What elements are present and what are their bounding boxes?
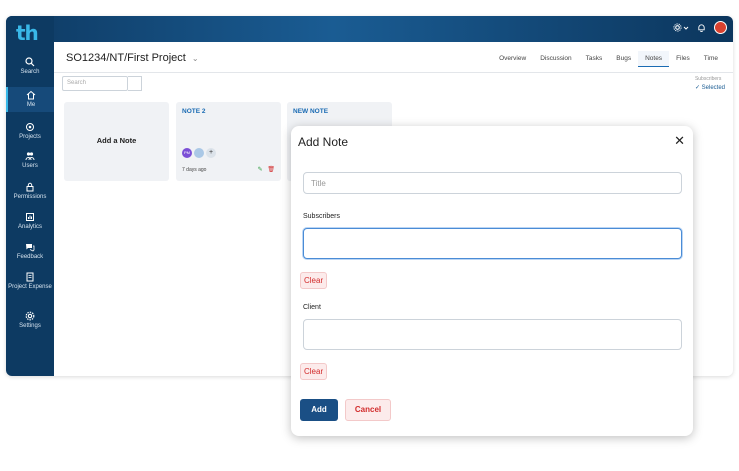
user-avatar[interactable]	[714, 21, 727, 34]
lock-icon	[26, 182, 34, 192]
gear-icon	[673, 23, 682, 32]
sidebar-item-label: Search	[20, 69, 40, 75]
subscribers-field[interactable]	[303, 228, 682, 259]
tab-files[interactable]: Files	[669, 51, 697, 67]
chevron-down-icon: ⌄	[191, 54, 199, 63]
note-timestamp: 7 days ago	[182, 167, 207, 173]
check-circle-icon: ✓	[694, 85, 700, 91]
brand-logo: th	[16, 21, 39, 45]
gear-icon	[25, 311, 35, 321]
sidebar-item-permissions[interactable]: Permissions	[6, 182, 54, 201]
clear-subscribers-button[interactable]: Clear	[300, 272, 328, 289]
settings-menu-button[interactable]	[673, 23, 689, 32]
page-title: SO1234/NT/First Project	[66, 52, 186, 64]
project-selector[interactable]: SO1234/NT/First Project ⌄	[66, 52, 199, 64]
note-card[interactable]: NOTE 2 PM + 7 days ago ✎ 🗑	[176, 102, 281, 181]
sidebar-item-me[interactable]: Me	[6, 87, 54, 112]
note-actions: ✎ 🗑	[258, 166, 275, 173]
chevron-down-icon	[683, 26, 689, 30]
projects-icon	[26, 123, 34, 131]
sidebar-item-label: Settings	[19, 323, 41, 329]
top-icons	[673, 21, 727, 34]
note-title: NEW NOTE	[293, 108, 329, 115]
sidebar-item-label: Project Expense	[8, 284, 52, 290]
add-button[interactable]: Add	[300, 399, 338, 421]
note-subscribers: PM +	[182, 148, 216, 158]
header-divider	[54, 72, 733, 73]
sidebar-item-label: Analytics	[17, 224, 42, 230]
tab-overview[interactable]: Overview	[492, 51, 533, 67]
sidebar-item-projects[interactable]: Projects	[6, 122, 54, 141]
users-icon	[25, 152, 35, 161]
close-icon[interactable]: ✕	[674, 133, 685, 149]
project-tabs: Overview Discussion Tasks Bugs Notes Fil…	[492, 51, 725, 67]
sidebar-item-label: Users	[22, 163, 38, 169]
tab-notes[interactable]: Notes	[638, 51, 670, 67]
clear-client-button[interactable]: Clear	[300, 363, 328, 380]
document-icon	[26, 272, 34, 282]
sidebar-item-search[interactable]: Search	[6, 57, 54, 76]
sidebar-item-settings[interactable]: Settings	[6, 311, 54, 330]
edit-icon[interactable]: ✎	[258, 167, 263, 173]
subscribers-filter[interactable]: Subscribers ✓ Selected	[695, 76, 725, 91]
tab-tasks[interactable]: Tasks	[579, 51, 610, 67]
sidebar-item-label: Projects	[19, 134, 41, 140]
add-subscriber-button[interactable]: +	[206, 148, 216, 158]
client-field[interactable]	[303, 319, 682, 350]
add-note-label: Add a Note	[96, 136, 137, 145]
sidebar: th Search Me Projects Users Permissions …	[6, 16, 54, 376]
subscribers-label: Subscribers	[303, 213, 340, 220]
analytics-icon	[26, 213, 34, 221]
avatar	[194, 148, 204, 158]
note-title: NOTE 2	[182, 108, 206, 115]
trash-icon[interactable]: 🗑	[267, 167, 275, 173]
modal-title: Add Note	[298, 135, 349, 149]
search-button[interactable]	[128, 76, 142, 91]
sidebar-item-users[interactable]: Users	[6, 151, 54, 170]
chat-icon	[26, 244, 35, 252]
title-field[interactable]: Title	[303, 172, 682, 194]
tab-discussion[interactable]: Discussion	[533, 51, 578, 67]
add-note-modal: Add Note ✕ Title Subscribers Clear Clien…	[291, 126, 693, 436]
sidebar-item-analytics[interactable]: Analytics	[6, 212, 54, 231]
cancel-button[interactable]: Cancel	[345, 399, 391, 421]
tab-time[interactable]: Time	[697, 51, 725, 67]
home-icon	[26, 90, 36, 100]
tab-bugs[interactable]: Bugs	[609, 51, 638, 67]
top-bar	[6, 16, 733, 42]
add-note-card[interactable]: Add a Note	[64, 102, 169, 181]
subscribers-filter-label: Subscribers	[694, 76, 722, 82]
sidebar-item-label: Me	[26, 102, 36, 108]
sidebar-item-project-expense[interactable]: Project Expense	[6, 272, 54, 291]
sidebar-item-feedback[interactable]: Feedback	[6, 242, 54, 261]
avatar: PM	[182, 148, 192, 158]
subscribers-filter-value: Selected	[701, 85, 725, 91]
search-input[interactable]: Search	[62, 76, 128, 91]
sidebar-item-label: Permissions	[13, 194, 47, 200]
search-icon	[25, 57, 35, 67]
bell-icon[interactable]	[697, 23, 706, 33]
client-label: Client	[303, 304, 321, 311]
sidebar-item-label: Feedback	[16, 254, 44, 260]
